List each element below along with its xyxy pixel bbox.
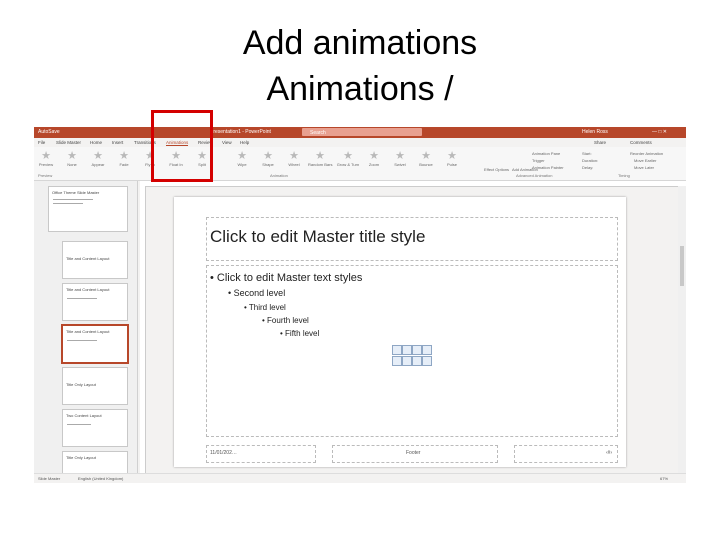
thumbnail-layout[interactable]: Title and Content Layout	[62, 283, 128, 321]
footer-text: Footer	[406, 450, 421, 456]
tab-home[interactable]: Home	[90, 140, 102, 145]
share-button[interactable]: Share	[594, 140, 606, 145]
view-mode: Slide Master	[38, 476, 61, 481]
level-2-text[interactable]: • Second level	[228, 288, 285, 298]
3d-model-icon[interactable]	[422, 345, 432, 355]
group-animation-label: Animation	[270, 173, 288, 178]
trigger-button[interactable]: Trigger	[532, 158, 545, 163]
footer-date: 11/01/202…	[210, 450, 237, 456]
insert-content-icons	[392, 345, 434, 367]
star-icon: ★	[447, 150, 457, 162]
move-later-button[interactable]: Move Later	[634, 165, 654, 170]
slide-number-placeholder[interactable]	[514, 445, 618, 463]
highlight-box	[151, 110, 213, 182]
heading-line-2: Animations /	[266, 70, 454, 108]
star-icon: ★	[119, 150, 129, 162]
animation-grow-turn[interactable]: ★ Grow & Turn	[336, 150, 360, 167]
delay-label: Delay:	[582, 165, 594, 170]
master-title[interactable]: Click to edit Master title style	[210, 227, 425, 247]
star-icon: ★	[67, 150, 77, 162]
animation-wheel[interactable]: ★ Wheel	[282, 150, 306, 167]
heading-line-1: Add animations	[242, 24, 478, 62]
animation-swivel[interactable]: ★ Swivel	[388, 150, 412, 167]
effect-options-button[interactable]: Effect Options	[484, 167, 509, 172]
move-earlier-button[interactable]: Move Earlier	[634, 158, 656, 163]
animation-zoom[interactable]: ★ Zoom	[362, 150, 386, 167]
title-bar: AutoSave Presentation1 - PowerPoint Sear…	[34, 127, 686, 138]
preview-button[interactable]: ★ Preview	[34, 150, 58, 167]
online-picture-icon[interactable]	[402, 356, 412, 366]
chart-icon[interactable]	[402, 345, 412, 355]
thumbnail-layout-selected[interactable]: Title and Content Layout	[62, 325, 128, 363]
duration-label: Duration:	[582, 158, 599, 163]
animation-painter-button[interactable]: Animation Painter	[532, 165, 564, 170]
smartart-icon[interactable]	[412, 345, 422, 355]
document-title: Presentation1 - PowerPoint	[210, 129, 271, 135]
star-icon: ★	[93, 150, 103, 162]
picture-icon[interactable]	[392, 356, 402, 366]
star-icon: ★	[395, 150, 405, 162]
search-label: Search	[310, 130, 326, 136]
star-icon: ★	[421, 150, 431, 162]
slide-thumbnails-pane[interactable]: Office Theme Slide Master Title and Cont…	[34, 181, 138, 473]
star-icon: ★	[315, 150, 325, 162]
animation-pane-button[interactable]: Animation Pane	[532, 151, 560, 156]
thumbnail-layout[interactable]: Title Only Layout	[62, 367, 128, 405]
tab-insert[interactable]: Insert	[112, 140, 123, 145]
animation-wipe[interactable]: ★ Wipe	[230, 150, 254, 167]
start-label: Start:	[582, 151, 592, 156]
animation-fade[interactable]: ★ Fade	[112, 150, 136, 167]
thumbnail-master[interactable]: Office Theme Slide Master	[48, 186, 128, 232]
star-icon: ★	[343, 150, 353, 162]
scrollbar-thumb[interactable]	[680, 246, 684, 286]
level-4-text[interactable]: • Fourth level	[262, 316, 309, 325]
level-5-text[interactable]: • Fifth level	[280, 329, 319, 338]
comments-button[interactable]: Comments	[630, 140, 652, 145]
tab-view[interactable]: View	[222, 140, 232, 145]
status-bar: Slide Master English (United Kingdom) 67…	[34, 473, 686, 483]
animation-shape[interactable]: ★ Shape	[256, 150, 280, 167]
search-box[interactable]: Search	[302, 128, 422, 136]
group-preview-label: Preview	[38, 173, 53, 178]
thumbnail-layout[interactable]: Two Content Layout	[62, 409, 128, 447]
tab-slide-master[interactable]: Slide Master	[56, 140, 81, 145]
video-icon[interactable]	[412, 356, 422, 366]
table-icon[interactable]	[392, 345, 402, 355]
horizontal-ruler	[140, 181, 686, 187]
tab-help[interactable]: Help	[240, 140, 249, 145]
animation-random-bars[interactable]: ★ Random Bars	[308, 150, 332, 167]
star-icon: ★	[289, 150, 299, 162]
animation-none[interactable]: ★ None	[60, 150, 84, 167]
icons-icon[interactable]	[422, 356, 432, 366]
window-controls-icon[interactable]: — □ ✕	[652, 129, 667, 135]
slide-number: ‹#›	[606, 450, 613, 456]
star-icon: ★	[263, 150, 273, 162]
animation-pulse[interactable]: ★ Pulse	[440, 150, 464, 167]
vertical-scrollbar[interactable]	[678, 186, 686, 473]
group-advanced-label: Advanced Animation	[516, 173, 553, 178]
animation-appear[interactable]: ★ Appear	[86, 150, 110, 167]
powerpoint-window: AutoSave Presentation1 - PowerPoint Sear…	[34, 127, 686, 483]
thumbnail-layout[interactable]: Title Only Layout	[62, 451, 128, 473]
tab-file[interactable]: File	[38, 140, 45, 145]
preview-star-icon: ★	[41, 150, 51, 162]
star-icon: ★	[237, 150, 247, 162]
autosave-label[interactable]: AutoSave	[38, 129, 60, 135]
level-3-text[interactable]: • Third level	[244, 303, 286, 312]
vertical-ruler	[140, 186, 146, 473]
thumbnail-layout[interactable]: Title and Content Layout	[62, 241, 128, 279]
group-timing-label: Timing	[618, 173, 630, 178]
reorder-label: Reorder Animation	[630, 151, 664, 156]
star-icon: ★	[369, 150, 379, 162]
ribbon: ★ Preview ★ None ★ Appear ★ Fade ★ Fly In ★ F…	[34, 147, 686, 181]
zoom-level[interactable]: 67%	[660, 476, 668, 481]
master-slide-canvas[interactable]: Click to edit Master title style • Click…	[174, 197, 626, 467]
animation-bounce[interactable]: ★ Bounce	[414, 150, 438, 167]
level-1-text[interactable]: • Click to edit Master text styles	[210, 272, 362, 284]
user-name[interactable]: Helen Ross	[582, 129, 608, 135]
language-indicator[interactable]: English (United Kingdom)	[78, 476, 123, 481]
